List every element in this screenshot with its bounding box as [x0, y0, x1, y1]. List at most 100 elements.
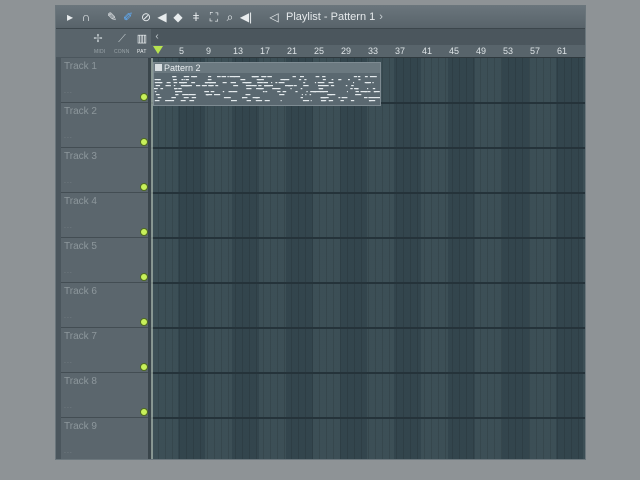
note-mark	[358, 79, 361, 81]
note-mark	[310, 100, 312, 102]
slip-icon[interactable]: ◆	[170, 9, 186, 25]
note-mark	[258, 85, 262, 87]
note-mark	[185, 79, 189, 81]
track-name[interactable]: Track 8	[64, 376, 97, 387]
track-header-1[interactable]: Track 1 ...	[61, 58, 148, 103]
magnet-icon[interactable]: ∩	[78, 9, 94, 25]
pattern-icon	[155, 64, 162, 71]
track-row-divider	[151, 282, 585, 284]
track-enable-led[interactable]	[140, 318, 148, 326]
pattern-clip[interactable]: Pattern 2	[153, 62, 381, 106]
track-enable-led[interactable]	[140, 408, 148, 416]
track-row-divider	[151, 327, 585, 329]
view-label-conn[interactable]: CONN	[114, 49, 130, 55]
window-title[interactable]: Playlist - Pattern 1 ›	[286, 9, 383, 25]
track-dots: ...	[64, 88, 73, 95]
speaker-icon[interactable]: ◁	[266, 9, 282, 25]
track-header-8[interactable]: Track 8 ...	[61, 373, 148, 418]
note-mark	[228, 91, 233, 93]
view-label-pat[interactable]: PAT	[137, 49, 147, 55]
note-mark	[329, 94, 336, 96]
note-mark	[300, 76, 304, 78]
bar-number: 33	[368, 46, 379, 56]
note-mark	[372, 82, 374, 84]
bar-number: 13	[233, 46, 244, 56]
track-enable-led[interactable]	[140, 228, 148, 236]
track-name[interactable]: Track 9	[64, 421, 97, 432]
slice-icon[interactable]: ǂ	[188, 9, 204, 25]
automation-icon[interactable]: ⟋	[114, 32, 130, 46]
playlist-grid[interactable]	[151, 58, 585, 459]
time-ruler[interactable]: 5 9 13 17 21 25 29 33 37 41 45 49 53 57 …	[151, 45, 585, 58]
note-mark	[257, 82, 263, 84]
note-mark	[303, 85, 309, 87]
note-mark	[346, 91, 348, 93]
note-mark	[338, 97, 341, 99]
bar-number: 5	[179, 46, 185, 56]
note-mark	[256, 97, 258, 99]
note-mark	[327, 94, 330, 96]
track-header-2[interactable]: Track 2 ...	[61, 103, 148, 148]
note-mark	[330, 85, 335, 87]
track-name[interactable]: Track 7	[64, 331, 97, 342]
note-mark	[229, 76, 235, 78]
note-mark	[364, 82, 371, 84]
note-mark	[277, 91, 281, 93]
note-mark	[155, 94, 160, 96]
track-enable-led[interactable]	[140, 273, 148, 281]
note-mark	[360, 91, 368, 93]
track-name[interactable]: Track 4	[64, 196, 97, 207]
clip-header[interactable]: Pattern 2	[154, 63, 380, 73]
note-mark	[350, 88, 353, 90]
mute-icon[interactable]: ◀	[154, 9, 170, 25]
track-header-3[interactable]: Track 3 ...	[61, 148, 148, 193]
select-icon[interactable]: ⛶	[206, 9, 222, 25]
note-mark	[181, 79, 184, 81]
note-mark	[341, 97, 348, 99]
note-mark	[193, 76, 196, 78]
view-label-midi[interactable]: MIDI	[94, 49, 105, 55]
note-mark	[278, 82, 285, 84]
note-mark	[323, 85, 327, 87]
track-header-5[interactable]: Track 5 ...	[61, 238, 148, 283]
note-mark	[374, 97, 380, 99]
keyboard-connect-icon[interactable]: ✢	[90, 32, 106, 46]
track-header-6[interactable]: Track 6 ...	[61, 283, 148, 328]
piano-icon[interactable]: ▥	[134, 32, 150, 46]
note-mark	[154, 91, 157, 93]
track-enable-led[interactable]	[140, 138, 148, 146]
note-mark	[230, 82, 236, 84]
note-mark	[207, 94, 213, 96]
view-toolbar: ✢ ⟋ ▥ MIDI CONN PAT	[56, 29, 151, 57]
track-name[interactable]: Track 2	[64, 106, 97, 117]
note-mark	[242, 97, 248, 99]
track-dots: ...	[64, 133, 73, 140]
note-mark	[155, 85, 161, 87]
note-mark	[267, 76, 272, 78]
track-dots: ...	[64, 223, 73, 230]
note-mark	[309, 94, 312, 96]
track-header-9[interactable]: Track 9 ...	[61, 418, 148, 459]
track-name[interactable]: Track 6	[64, 286, 97, 297]
note-mark	[173, 85, 176, 87]
track-header-4[interactable]: Track 4 ...	[61, 193, 148, 238]
pencil-icon[interactable]: ✎	[104, 9, 120, 25]
ruler-left-arrow-icon[interactable]: ‹	[151, 29, 163, 45]
zoom-icon[interactable]: ⌕	[222, 9, 238, 25]
track-header-7[interactable]: Track 7 ...	[61, 328, 148, 373]
note-mark	[368, 97, 375, 99]
note-mark	[373, 91, 376, 93]
note-mark	[369, 76, 376, 78]
track-name[interactable]: Track 1	[64, 61, 97, 72]
playhead-marker[interactable]	[153, 46, 163, 54]
track-enable-led[interactable]	[140, 93, 148, 101]
brush-icon[interactable]: ✐	[120, 9, 136, 25]
track-name[interactable]: Track 3	[64, 151, 97, 162]
track-enable-led[interactable]	[140, 363, 148, 371]
play-icon[interactable]: ▸	[62, 9, 78, 25]
playback-icon[interactable]: ◀|	[238, 9, 254, 25]
track-enable-led[interactable]	[140, 183, 148, 191]
track-name[interactable]: Track 5	[64, 241, 97, 252]
delete-icon[interactable]: ⊘	[138, 9, 154, 25]
note-mark	[175, 94, 179, 96]
